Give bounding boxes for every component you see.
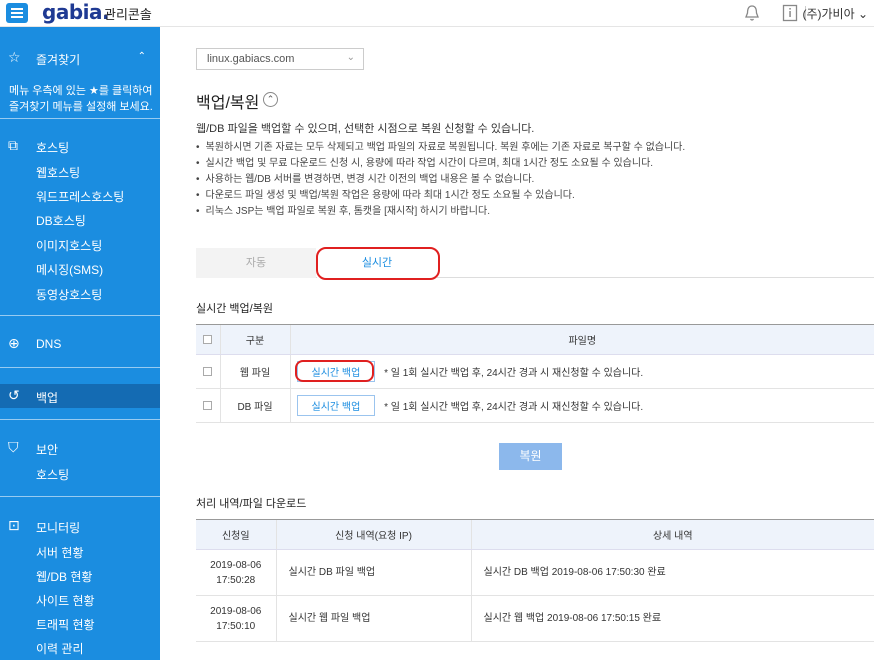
- tab-auto[interactable]: 자동: [196, 248, 316, 278]
- hosting-label: 호스팅: [36, 141, 70, 155]
- favorites-note: 메뉴 우측에 있는 ★를 클릭하여 즐겨찾기 메뉴를 설정해 보세요.: [9, 85, 153, 113]
- shield-icon: ⛉: [8, 439, 19, 455]
- sidebar-favorites[interactable]: ☆ 즐겨찾기 ⌃: [0, 47, 160, 69]
- row-request: 실시간 웹 파일 백업: [275, 595, 471, 642]
- chevron-down-icon: ⌄: [346, 52, 355, 63]
- monitor-chart-icon: ⊡: [8, 517, 20, 533]
- main-content: linux.gabiacs.com ⌄ 백업/복원 ⌃ 웹/DB 파일을 백업할…: [160, 27, 874, 660]
- col-detail: 상세 내역: [470, 519, 874, 550]
- user-name: (주)가비아: [802, 7, 855, 21]
- notice-list: 복원하시면 기존 자료는 모두 삭제되고 백업 파일의 자료로 복원됩니다. 복…: [196, 140, 686, 220]
- table-header-row: 구분 파일명: [196, 324, 874, 355]
- table-row: 2019-08-06 17:50:28 실시간 DB 파일 백업 실시간 DB 백…: [196, 549, 874, 596]
- row-note: * 일 1회 실시간 백업 후, 24시간 경과 시 재신청할 수 있습니다.: [384, 368, 644, 379]
- copy-icon: ⧉: [8, 137, 18, 153]
- sidebar-item-traffic-status[interactable]: 트래픽 현황: [36, 616, 95, 633]
- sidebar-dns[interactable]: ⊕ DNS: [0, 333, 160, 355]
- restore-button[interactable]: 복원: [499, 443, 562, 470]
- history-section-title: 처리 내역/파일 다운로드: [196, 498, 307, 510]
- sidebar-security[interactable]: ⛉ 보안: [0, 437, 160, 459]
- notice-item: 다운로드 파일 생성 및 백업/복원 작업은 용량에 따라 최대 1시간 정도 …: [196, 188, 685, 204]
- col-date: 신청일: [196, 519, 276, 550]
- domain-select-value: linux.gabiacs.com: [207, 53, 295, 65]
- realtime-section-title: 실시간 백업/복원: [196, 303, 273, 315]
- sidebar-item-site-status[interactable]: 사이트 현황: [36, 592, 95, 609]
- user-menu[interactable]: (주)가비아 ⌄: [802, 5, 868, 22]
- select-all-cell: [196, 324, 220, 355]
- chevron-down-icon: ⌄: [854, 7, 868, 21]
- dns-label: DNS: [36, 337, 62, 351]
- menu-icon[interactable]: [6, 3, 28, 23]
- row-detail: 실시간 웹 백업 2019-08-06 17:50:15 완료: [470, 595, 874, 642]
- table-header-row: 신청일 신청 내역(요청 IP) 상세 내역: [196, 519, 874, 550]
- row-checkbox[interactable]: [203, 366, 213, 376]
- security-label: 보안: [36, 443, 59, 457]
- gabia-logo[interactable]: gabia.: [42, 0, 110, 24]
- page-description: 웹/DB 파일을 백업할 수 있으며, 선택한 시점으로 복원 신청할 수 있습…: [196, 123, 535, 135]
- backup-mode-tabs: 자동 실시간: [196, 248, 874, 278]
- sidebar-hosting[interactable]: ⧉ 호스팅: [0, 135, 160, 157]
- star-icon: ☆: [8, 49, 21, 65]
- highlight-ring: [295, 360, 374, 382]
- sidebar-item-server-status[interactable]: 서버 현황: [36, 544, 84, 561]
- realtime-backup-button-db[interactable]: 실시간 백업: [296, 395, 376, 416]
- divider: [0, 419, 160, 420]
- col-filename: 파일명: [289, 324, 874, 355]
- sidebar-item-db-hosting[interactable]: DB호스팅: [36, 212, 86, 229]
- chevron-up-icon[interactable]: ⌃: [138, 51, 146, 62]
- globe-icon: ⊕: [8, 335, 20, 351]
- row-type: 웹 파일: [219, 354, 290, 389]
- app-title: 관리콘솔: [104, 7, 152, 22]
- notice-item: 사용하는 웹/DB 서버를 변경하면, 변경 시간 이전의 백업 내용은 볼 수…: [196, 172, 685, 188]
- history-table: 신청일 신청 내역(요청 IP) 상세 내역 2019-08-06 17:50:2…: [196, 519, 874, 642]
- divider: [0, 315, 160, 316]
- sidebar-monitoring[interactable]: ⊡ 모니터링: [0, 515, 160, 537]
- table-row: DB 파일 실시간 백업 * 일 1회 실시간 백업 후, 24시간 경과 시 …: [196, 388, 874, 423]
- sidebar-item-image-hosting[interactable]: 이미지호스팅: [36, 237, 102, 254]
- highlight-ring: [316, 247, 440, 280]
- row-type: DB 파일: [219, 388, 290, 423]
- page-title: 백업/복원: [196, 95, 260, 112]
- row-request: 실시간 DB 파일 백업: [275, 549, 471, 596]
- history-icon: ↺: [8, 387, 20, 403]
- domain-select[interactable]: linux.gabiacs.com ⌄: [196, 48, 364, 70]
- bell-icon[interactable]: [744, 4, 760, 25]
- row-checkbox[interactable]: [203, 400, 213, 410]
- notice-item: 실시간 백업 및 무료 다운로드 신청 시, 용량에 따라 작업 시간이 다르며…: [196, 156, 685, 172]
- table-row: 2019-08-06 17:50:10 실시간 웹 파일 백업 실시간 웹 백업 …: [196, 595, 874, 642]
- favorites-label: 즐겨찾기: [36, 53, 81, 67]
- row-time: 17:50:28: [216, 574, 256, 586]
- row-time: 17:50:10: [216, 620, 256, 632]
- col-request: 신청 내역(요청 IP): [275, 519, 471, 550]
- sidebar-item-web-hosting[interactable]: 웹호스팅: [36, 164, 80, 181]
- sidebar-item-security-hosting[interactable]: 호스팅: [36, 466, 69, 483]
- sidebar-backup[interactable]: ↺ 백업: [0, 385, 160, 407]
- sidebar-item-wordpress-hosting[interactable]: 워드프레스호스팅: [36, 188, 124, 205]
- row-detail: 실시간 DB 백업 2019-08-06 17:50:30 완료: [470, 549, 874, 596]
- info-icon[interactable]: [782, 4, 798, 25]
- row-note: * 일 1회 실시간 백업 후, 24시간 경과 시 재신청할 수 있습니다.: [384, 402, 644, 413]
- backup-label: 백업: [36, 391, 59, 405]
- monitoring-label: 모니터링: [36, 521, 81, 535]
- divider: [0, 496, 160, 497]
- notice-item: 리눅스 JSP는 백업 파일로 복원 후, 톰캣을 [재시작] 하시기 바랍니다…: [196, 204, 685, 220]
- notice-item: 복원하시면 기존 자료는 모두 삭제되고 백업 파일의 자료로 복원됩니다. 복…: [196, 140, 686, 156]
- chevron-up-icon[interactable]: ⌃: [263, 92, 278, 107]
- sidebar-item-video-hosting[interactable]: 동영상호스팅: [36, 286, 102, 303]
- row-date: 2019-08-06: [210, 605, 262, 617]
- top-bar: gabia. 관리콘솔 (주)가비아 ⌄: [0, 0, 874, 27]
- divider: [0, 367, 160, 368]
- divider: [0, 118, 160, 119]
- sidebar: ☆ 즐겨찾기 ⌃ 메뉴 우측에 있는 ★를 클릭하여 즐겨찾기 메뉴를 설정해 …: [0, 27, 160, 660]
- sidebar-item-sms[interactable]: 메시징(SMS): [36, 261, 103, 278]
- col-type: 구분: [219, 324, 290, 355]
- sidebar-item-history[interactable]: 이력 관리: [36, 640, 84, 657]
- row-date: 2019-08-06: [210, 559, 262, 571]
- select-all-checkbox[interactable]: [203, 334, 213, 344]
- sidebar-item-webdb-status[interactable]: 웹/DB 현황: [36, 568, 92, 585]
